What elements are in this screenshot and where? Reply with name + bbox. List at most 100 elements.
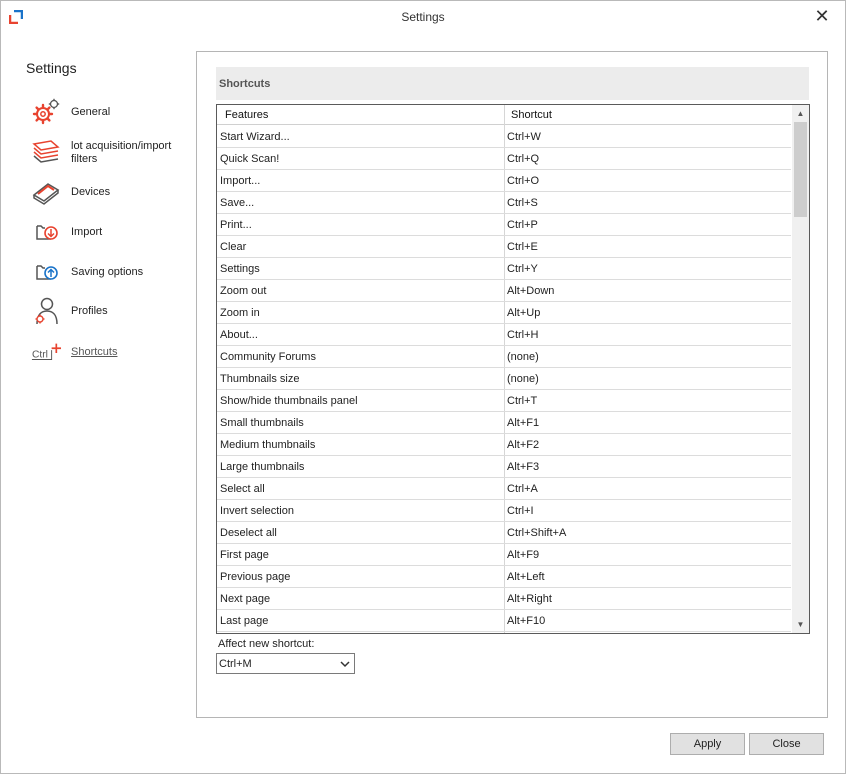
feature-cell: Next page [220,593,271,605]
affect-shortcut-value: Ctrl+M [219,658,252,670]
shortcut-cell: Ctrl+O [507,175,540,187]
folder-import-icon [36,225,58,240]
sidebar-item-devices[interactable]: Devices [29,178,189,208]
table-row[interactable]: Clear Ctrl+E [217,236,791,258]
table-row[interactable]: Import... Ctrl+O [217,170,791,192]
table-row[interactable]: Select all Ctrl+A [217,478,791,500]
sidebar-item-label: Devices [71,186,111,198]
table-row[interactable]: Medium thumbnails Alt+F2 [217,434,791,456]
shortcut-cell: Alt+F2 [507,439,540,451]
shortcut-cell: Alt+F1 [507,417,540,429]
sidebar-item-label: Profiles [71,305,108,317]
shortcut-cell: Ctrl+H [507,329,539,341]
sidebar-item-label: Import [71,226,103,238]
feature-cell: Select all [220,483,265,495]
feature-cell: Invert selection [220,505,294,517]
shortcut-cell: Alt+F10 [507,615,546,627]
section-header: Shortcuts [216,67,809,100]
window-title: Settings [401,10,445,24]
table-row[interactable]: First page Alt+F9 [217,544,791,566]
table-row[interactable]: Show/hide thumbnails panel Ctrl+T [217,390,791,412]
sidebar-item-profiles[interactable]: Profiles [29,297,189,327]
sidebar-item-import[interactable]: Import [29,218,189,248]
feature-cell: Large thumbnails [220,461,305,473]
sidebar-item-label: lot acquisition/import filters [71,140,172,165]
scroll-up-icon[interactable]: ▲ [792,105,809,122]
table-row[interactable]: About... Ctrl+H [217,324,791,346]
feature-cell: Start Wizard... [220,131,290,143]
folder-save-icon [36,265,58,280]
table-row[interactable]: Save... Ctrl+S [217,192,791,214]
table-row[interactable]: Start Wizard... Ctrl+W [217,126,791,148]
feature-cell: Zoom out [220,285,267,297]
chevron-down-icon [340,661,350,668]
shortcut-cell: Alt+Left [507,571,545,583]
shortcut-cell: Alt+Up [507,307,541,319]
feature-cell: Clear [220,241,247,253]
table-row[interactable]: Last page Alt+F10 [217,610,791,632]
shortcut-cell: Ctrl+Q [507,153,540,165]
shortcut-cell: Alt+Right [507,593,552,605]
close-button[interactable]: Close [749,733,824,755]
shortcut-cell: Alt+F3 [507,461,540,473]
table-row[interactable]: Next page Alt+Right [217,588,791,610]
feature-cell: Show/hide thumbnails panel [220,395,358,407]
scroll-down-icon[interactable]: ▼ [792,616,809,633]
user-profile-icon [35,297,58,325]
table-row[interactable]: Small thumbnails Alt+F1 [217,412,791,434]
svg-text:Ctrl: Ctrl [32,350,48,361]
table-row[interactable]: Deselect all Ctrl+Shift+A [217,522,791,544]
affect-shortcut-label: Affect new shortcut: [218,638,315,650]
shortcut-cell: Ctrl+T [507,395,538,407]
sidebar-title: Settings [26,60,77,76]
affect-shortcut-select[interactable]: Ctrl+M [216,653,355,674]
title-bar: Settings ✕ [1,1,845,33]
feature-cell: Import... [220,175,261,187]
feature-cell: First page [220,549,269,561]
table-body: Start Wizard... Ctrl+W Quick Scan! Ctrl+Q Im… [217,126,791,632]
feature-cell: Thumbnails size [220,373,300,385]
table-row[interactable]: Zoom in Alt+Up [217,302,791,324]
shortcuts-panel: Shortcuts Features Shortcut Start Wizard… [196,51,828,718]
sidebar-item-label: Shortcuts [71,346,118,358]
feature-cell: Community Forums [220,351,316,363]
table-row[interactable]: Large thumbnails Alt+F3 [217,456,791,478]
feature-cell: Previous page [220,571,291,583]
table-row[interactable]: Zoom out Alt+Down [217,280,791,302]
column-header-shortcut[interactable]: Shortcut [511,109,552,121]
table-row[interactable]: Thumbnails size (none) [217,368,791,390]
table-row[interactable]: Print... Ctrl+P [217,214,791,236]
sidebar-item-label: General [71,106,111,118]
feature-cell: Save... [220,197,255,209]
scroll-thumb[interactable] [794,122,807,217]
sidebar-item-shortcuts[interactable]: Ctrl Shortcuts [29,338,189,368]
shortcut-cell: Ctrl+P [507,219,538,231]
shortcuts-table: Features Shortcut Start Wizard... Ctrl+W Q… [216,104,810,634]
table-row[interactable]: Quick Scan! Ctrl+Q [217,148,791,170]
table-row[interactable]: Invert selection Ctrl+I [217,500,791,522]
vertical-scrollbar[interactable]: ▲ ▼ [792,105,809,633]
sidebar-item-lot-acquisition[interactable]: lot acquisition/import filters [29,138,189,168]
sidebar-item-general[interactable]: General [29,98,189,128]
apply-button[interactable]: Apply [670,733,745,755]
feature-cell: Last page [220,615,269,627]
shortcut-cell: Ctrl+Shift+A [507,527,567,539]
shortcut-cell: Alt+F9 [507,549,540,561]
sidebar-item-label: Saving options [71,266,144,278]
stacked-pages-icon [32,140,60,163]
window-close-icon[interactable]: ✕ [813,7,831,25]
feature-cell: About... [220,329,258,341]
sidebar-item-saving-options[interactable]: Saving options [29,258,189,288]
table-row[interactable]: Previous page Alt+Left [217,566,791,588]
scanner-icon [32,183,60,205]
column-header-features[interactable]: Features [225,109,268,121]
gears-icon [32,98,60,125]
table-row[interactable]: Settings Ctrl+Y [217,258,791,280]
shortcut-cell: Ctrl+E [507,241,538,253]
section-title: Shortcuts [219,78,271,90]
shortcut-cell: Ctrl+I [507,505,534,517]
table-row[interactable]: Community Forums (none) [217,346,791,368]
feature-cell: Print... [220,219,252,231]
shortcut-cell: (none) [507,351,539,363]
shortcut-cell: Alt+Down [507,285,555,297]
